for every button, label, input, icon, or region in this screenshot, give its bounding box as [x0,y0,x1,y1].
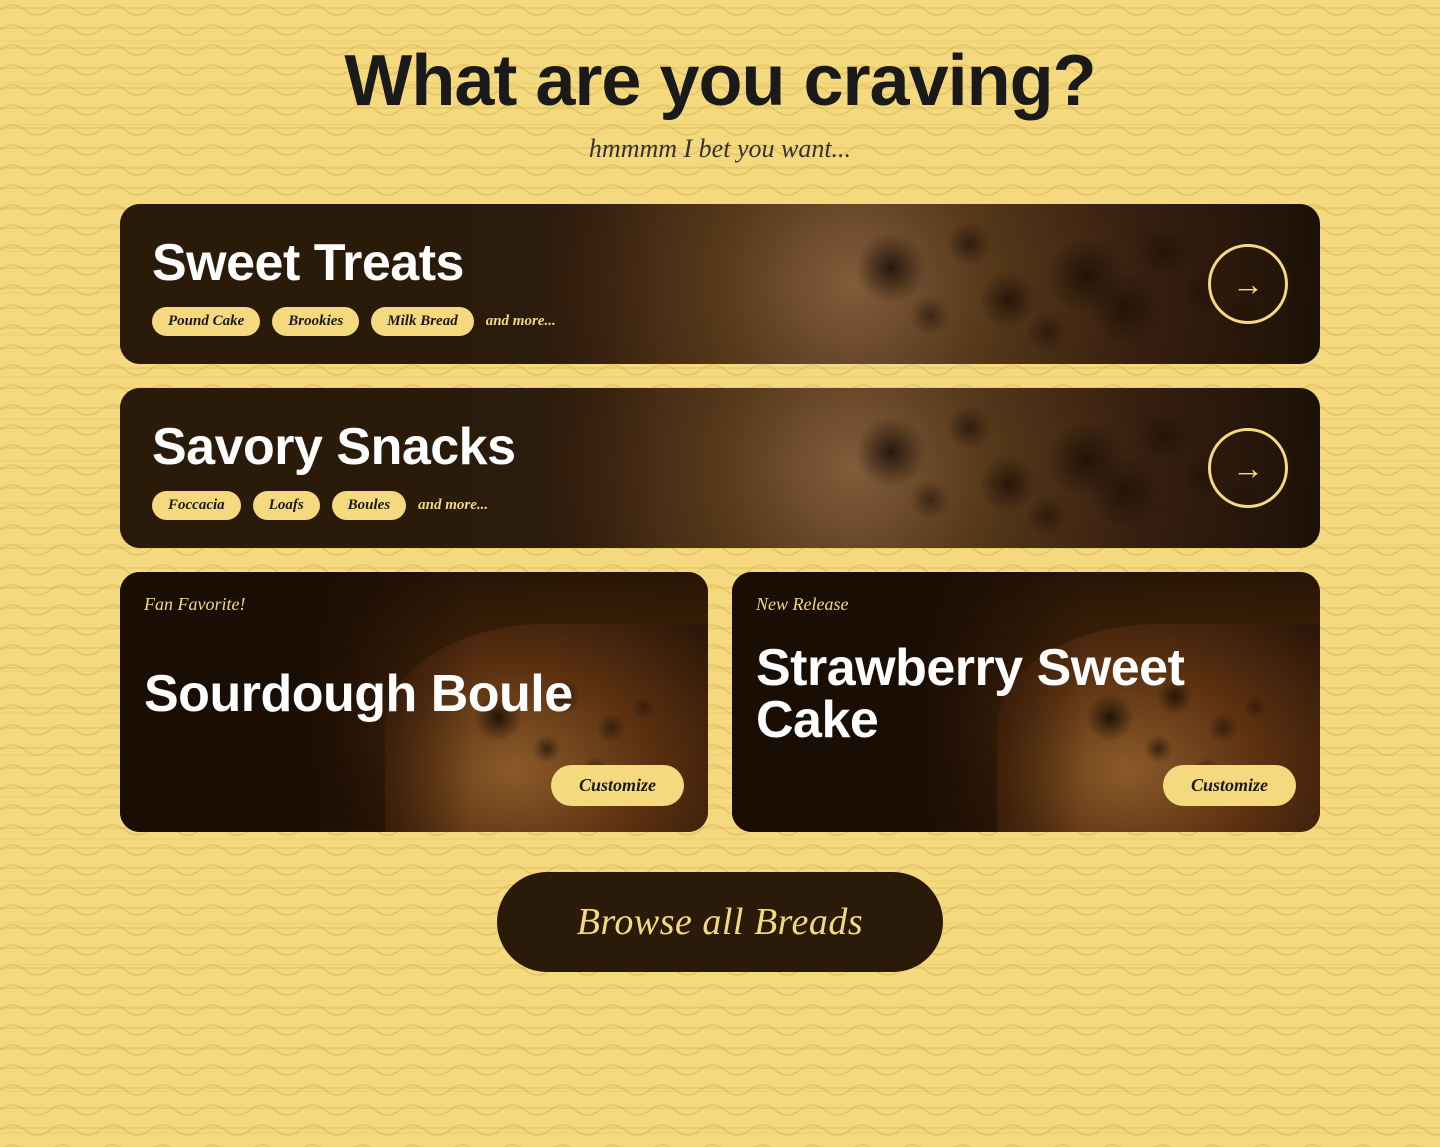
tag-milk-bread[interactable]: Milk Bread [371,307,473,336]
featured-cards-row: Fan Favorite! Sourdough Boule Customize … [120,572,1320,832]
strawberry-sweet-cake-card[interactable]: New Release Strawberry Sweet Cake Custom… [732,572,1320,832]
sweet-treats-card[interactable]: Sweet Treats Pound Cake Brookies Milk Br… [120,204,1320,364]
page-title: What are you craving? [344,40,1095,122]
sourdough-boule-card[interactable]: Fan Favorite! Sourdough Boule Customize [120,572,708,832]
sweet-treats-arrow-button[interactable]: → [1208,244,1288,324]
arrow-right-icon-savory: → [1232,452,1264,484]
strawberry-badge: New Release [756,594,1296,615]
strawberry-title: Strawberry Sweet Cake [756,623,1296,765]
sourdough-content: Fan Favorite! Sourdough Boule Customize [120,572,708,832]
sourdough-customize-button[interactable]: Customize [551,765,684,806]
sweet-treats-content: Sweet Treats Pound Cake Brookies Milk Br… [120,209,1208,360]
tag-foccacia[interactable]: Foccacia [152,491,241,520]
sweet-treats-title: Sweet Treats [152,233,1176,293]
strawberry-content: New Release Strawberry Sweet Cake Custom… [732,572,1320,832]
strawberry-customize-button[interactable]: Customize [1163,765,1296,806]
tag-more-sweet: and more... [486,313,556,330]
page-subtitle: hmmmm I bet you want... [589,134,851,164]
tag-more-savory: and more... [418,497,488,514]
sourdough-badge: Fan Favorite! [144,594,684,615]
tag-brookies[interactable]: Brookies [272,307,359,336]
savory-snacks-arrow-button[interactable]: → [1208,428,1288,508]
browse-all-breads-button[interactable]: Browse all Breads [497,872,943,972]
savory-snacks-title: Savory Snacks [152,417,1176,477]
savory-snacks-tags: Foccacia Loafs Boules and more... [152,491,1176,520]
arrow-right-icon: → [1232,268,1264,300]
tag-boules[interactable]: Boules [332,491,407,520]
savory-snacks-content: Savory Snacks Foccacia Loafs Boules and … [120,393,1208,544]
savory-snacks-card[interactable]: Savory Snacks Foccacia Loafs Boules and … [120,388,1320,548]
tag-loafs[interactable]: Loafs [253,491,320,520]
sweet-treats-tags: Pound Cake Brookies Milk Bread and more.… [152,307,1176,336]
tag-pound-cake[interactable]: Pound Cake [152,307,260,336]
sourdough-title: Sourdough Boule [144,623,684,765]
